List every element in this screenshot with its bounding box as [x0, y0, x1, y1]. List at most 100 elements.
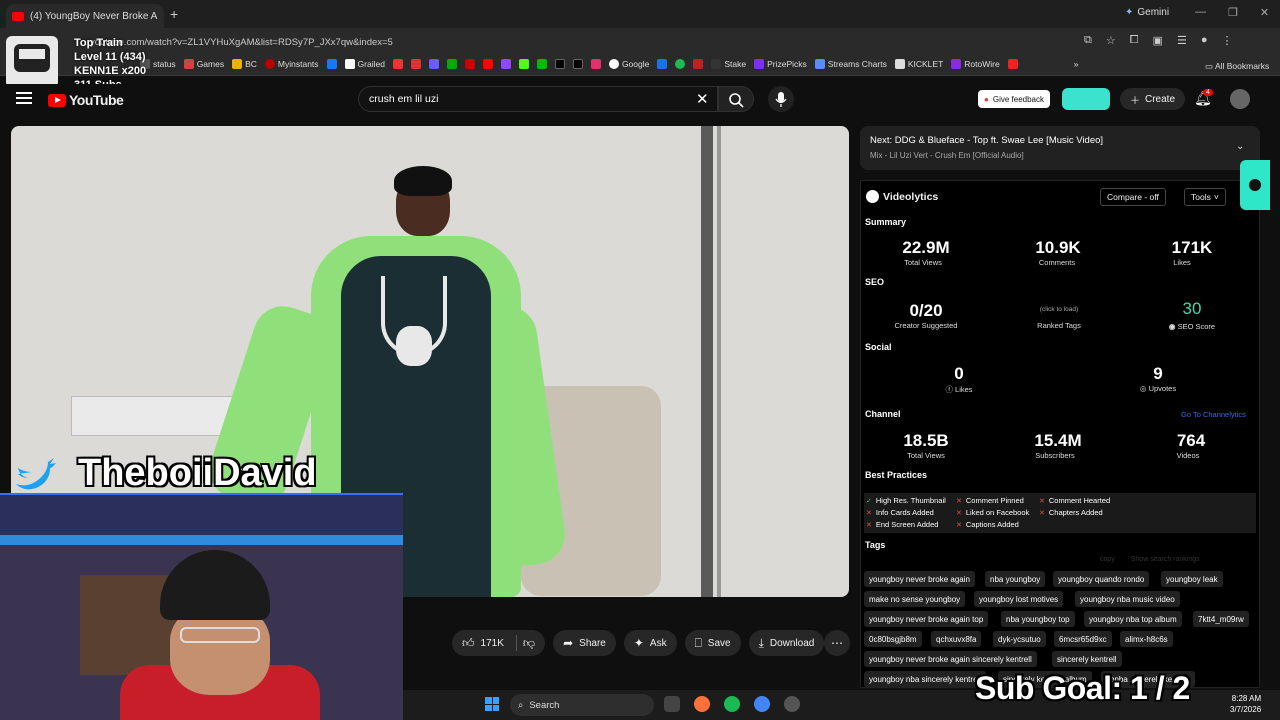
bookmark-bc[interactable]: BC [232, 59, 257, 69]
create-button[interactable]: ＋ Create [1120, 88, 1186, 110]
search-input[interactable]: crush em lil uzi [358, 86, 718, 112]
bookmark-icon[interactable] [657, 59, 668, 69]
firefox-icon[interactable] [694, 696, 710, 712]
compare-button[interactable]: Compare - off [1100, 188, 1166, 206]
spotify-icon[interactable] [675, 59, 686, 69]
minimize-icon[interactable]: — [1195, 6, 1206, 19]
twitch-icon[interactable] [500, 59, 511, 69]
bookmark-icon[interactable] [410, 59, 421, 69]
bookmark-grailed[interactable]: Grailed [344, 59, 385, 69]
total-views-label: Total Views [904, 258, 942, 267]
kick-icon[interactable] [518, 59, 529, 69]
tag-chip[interactable]: youngboy never broke again [864, 571, 975, 587]
bookmark-icon[interactable] [446, 59, 457, 69]
search-button[interactable] [718, 86, 754, 112]
tag-chip[interactable]: 7ktt4_m09rw [1193, 611, 1249, 627]
bookmark-kicklet[interactable]: KICKLET [894, 59, 943, 69]
clear-search-icon[interactable]: ✕ [696, 90, 709, 108]
tag-chip[interactable]: youngboy nba music video [1075, 591, 1180, 607]
voice-search-button[interactable] [768, 86, 794, 112]
close-window-icon[interactable]: ✕ [1260, 6, 1269, 19]
install-icon[interactable]: ⧉ [1084, 34, 1092, 47]
bookmark-stake[interactable]: Stake [711, 59, 746, 69]
chevron-right-icon[interactable]: » [1074, 59, 1079, 69]
x-icon[interactable] [572, 59, 583, 69]
tag-chip[interactable]: youngboy lost motives [974, 591, 1064, 607]
next-video-panel[interactable] [860, 126, 1260, 170]
tag-chip[interactable]: sincerely kentrell [1052, 651, 1122, 667]
chevron-down-icon[interactable]: ⌄ [1236, 141, 1244, 152]
comments-label: Comments [1038, 258, 1076, 267]
bookmark-games[interactable]: Games [183, 59, 224, 69]
bookmark-icon[interactable] [1007, 59, 1018, 69]
avatar[interactable] [1230, 89, 1250, 109]
save-button[interactable]: ⎕ Save [684, 630, 741, 656]
bookmark-icon[interactable] [392, 59, 403, 69]
bookmark-icon[interactable] [428, 59, 439, 69]
channel-views-value: 18.5B [903, 431, 949, 450]
tag-chip[interactable]: youngboy never broke again top [864, 611, 989, 627]
bookmark-prizepicks[interactable]: PrizePicks [754, 59, 807, 69]
tag-chip[interactable]: make no sense youngboy [864, 591, 966, 607]
videolytics-toggle-button[interactable] [1062, 88, 1110, 110]
tag-chip[interactable]: 0c80bsgjb8m [864, 631, 922, 647]
bookmark-icon[interactable] [693, 59, 704, 69]
taskbar-clock[interactable]: 8:28 AM 3/7/2026 [1230, 693, 1261, 715]
gemini-button[interactable]: ✦ Gemini [1125, 7, 1169, 18]
tag-chip[interactable]: nba youngboy [985, 571, 1046, 587]
videolytics-side-tab[interactable] [1240, 160, 1270, 210]
instagram-icon[interactable] [590, 59, 601, 69]
thumbs-down-icon[interactable]: 👎︎ [523, 637, 535, 649]
hamburger-menu-icon[interactable] [16, 92, 32, 104]
tag-chip[interactable]: youngboy nba sincerely kentrell [864, 671, 987, 687]
facebook-icon[interactable] [326, 59, 337, 69]
media-icon[interactable]: ☰ [1177, 34, 1187, 47]
bookmark-google[interactable]: Google [608, 59, 649, 69]
tag-chip[interactable]: dyk-ycsutuo [993, 631, 1046, 647]
bookmark-icon[interactable] [464, 59, 475, 69]
youtube-icon[interactable] [482, 59, 493, 69]
spotify-icon[interactable] [724, 696, 740, 712]
address-bar[interactable]: youtube.com/watch?v=ZL1VYHuXgAM&list=RDS… [60, 33, 1130, 51]
profile-icon[interactable]: ● [1201, 34, 1208, 47]
download-button[interactable]: ⤓ Download [748, 630, 825, 656]
tag-chip[interactable]: alimx-h8c6s [1120, 631, 1173, 647]
plus-icon[interactable]: + [170, 6, 178, 22]
tag-chip[interactable]: youngboy quando rondo [1053, 571, 1150, 587]
bookmark-streams-charts[interactable]: Streams Charts [814, 59, 887, 69]
browser-tab[interactable]: (4) YoungBoy Never Broke A ✕ [6, 4, 164, 28]
ask-button[interactable]: ✦ Ask [623, 630, 677, 656]
taskbar-search[interactable]: ⌕ Search [510, 694, 654, 716]
tag-chip[interactable]: 6mcsr65d9xc [1054, 631, 1112, 647]
windows-start-icon[interactable] [485, 697, 499, 711]
bookmark-rotowire[interactable]: RotoWire [951, 59, 1000, 69]
share-button[interactable]: ➦ Share [553, 630, 616, 656]
bookmark-myinstants[interactable]: Myinstants [264, 59, 319, 69]
chrome-icon[interactable] [754, 696, 770, 712]
tag-chip[interactable]: youngboy never broke again sincerely ken… [864, 651, 1037, 667]
tools-dropdown[interactable]: Tools ˅ [1184, 188, 1226, 206]
tiktok-icon[interactable] [554, 59, 565, 69]
ranked-tags-load-link[interactable]: (click to load) [999, 306, 1119, 313]
extensions-icon[interactable]: ⧠ [1130, 34, 1139, 47]
obs-icon[interactable] [784, 696, 800, 712]
go-to-channelytics-link[interactable]: Go To Channelytics [1181, 410, 1246, 419]
youtube-logo[interactable]: YouTube [48, 92, 124, 108]
bookmark-star-icon[interactable]: ☆ [1106, 34, 1116, 47]
tag-chip[interactable]: nba youngboy top [1001, 611, 1075, 627]
like-button[interactable]: 👍︎ 171K 👎︎ [452, 630, 546, 656]
maximize-icon[interactable]: ❐ [1228, 6, 1238, 19]
tag-chip[interactable]: qchxuvx8fa [931, 631, 982, 647]
give-feedback-button[interactable]: ● Give feedback [978, 90, 1050, 108]
sidepanel-icon[interactable]: ▣ [1153, 34, 1163, 47]
more-actions-button[interactable]: ⋯ [824, 630, 850, 656]
task-view-icon[interactable] [664, 696, 680, 712]
close-tab-icon[interactable]: ✕ [163, 11, 164, 22]
all-bookmarks[interactable]: ▭ All Bookmarks [1205, 61, 1269, 72]
show-rankings-link[interactable]: Show search rankings [1131, 556, 1200, 563]
bookmark-icon[interactable] [536, 59, 547, 69]
copy-tags-link[interactable]: copy [1100, 556, 1115, 563]
kebab-menu-icon[interactable]: ⋮ [1221, 34, 1232, 47]
tag-chip[interactable]: youngboy leak [1161, 571, 1223, 587]
tag-chip[interactable]: youngboy nba top album [1084, 611, 1182, 627]
